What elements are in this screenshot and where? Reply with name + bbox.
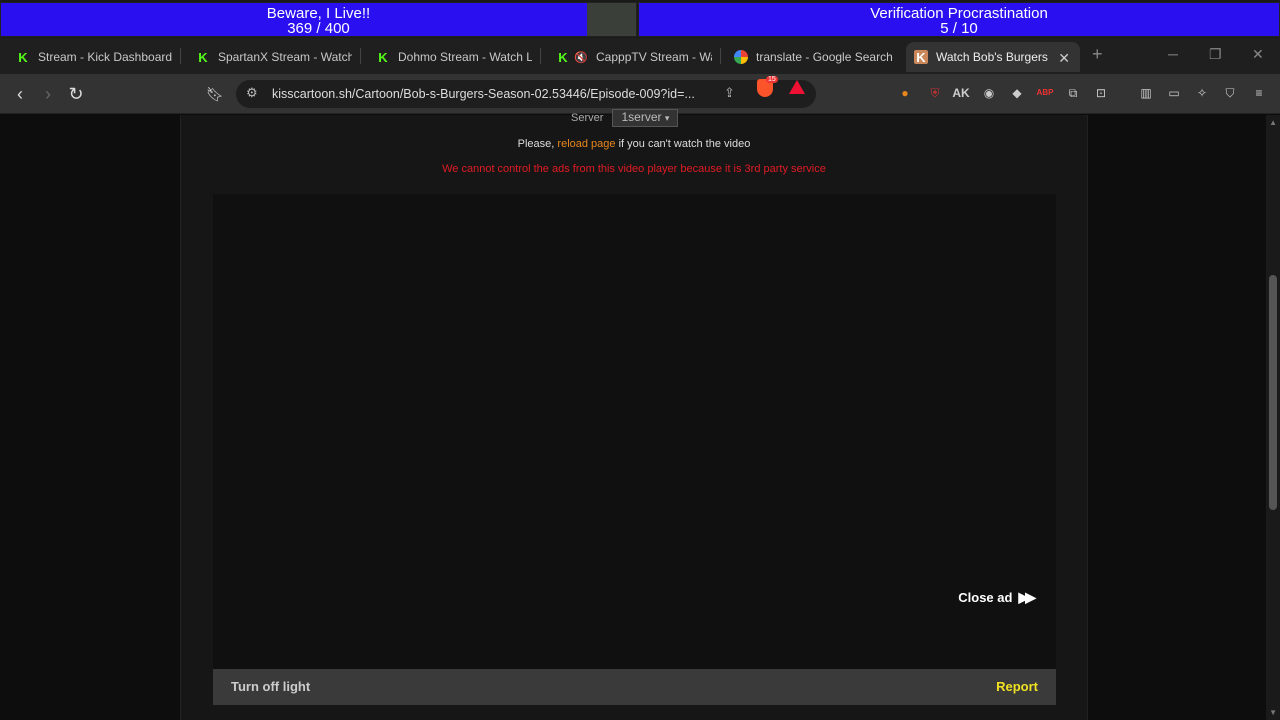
tab-dohmo[interactable]: K Dohmo Stream - Watch Liv	[368, 42, 532, 72]
report-button[interactable]: Report	[996, 679, 1038, 694]
kick-icon: K	[198, 49, 208, 65]
skip-forward-icon: ▶▶	[1018, 589, 1035, 605]
tab-strip: K Stream - Kick Dashboard K SpartanX Str…	[0, 38, 1280, 74]
goal-bar-2: Verification Procrastination 5 / 10	[638, 2, 1280, 37]
tab-kick-dashboard[interactable]: K Stream - Kick Dashboard	[8, 42, 180, 72]
new-tab-button[interactable]: +	[1092, 44, 1103, 65]
reload-notice: Please, reload page if you can't watch t…	[181, 138, 1087, 150]
goal-1-title: Beware, I Live!!	[266, 5, 371, 22]
video-player[interactable]: Close ad ▶▶	[213, 194, 1056, 670]
scrollbar-thumb[interactable]	[1269, 275, 1277, 510]
tab-google-translate[interactable]: translate - Google Search	[726, 42, 898, 72]
extension-icon[interactable]: ●	[896, 84, 914, 102]
goal-1-count: 369 / 400	[287, 20, 350, 37]
tab-label: translate - Google Search	[756, 50, 893, 64]
tab-spartanx[interactable]: K SpartanX Stream - Watch L	[188, 42, 352, 72]
tab-divider	[180, 48, 181, 64]
kick-icon: K	[558, 49, 568, 65]
vpn-icon[interactable]: ⛉	[1221, 84, 1239, 102]
tab-label: Dohmo Stream - Watch Liv	[398, 50, 532, 64]
ublock-icon[interactable]: ⛨	[926, 84, 944, 102]
site-info-icon[interactable]: ⚙	[246, 85, 258, 101]
tab-close-icon[interactable]: ✕	[1058, 50, 1070, 67]
ads-warning: We cannot control the ads from this vide…	[442, 163, 826, 175]
tab-label: SpartanX Stream - Watch L	[218, 50, 352, 64]
kick-icon: K	[18, 49, 28, 65]
leo-ai-icon[interactable]: ✧	[1193, 84, 1211, 102]
kick-icon: K	[378, 49, 388, 65]
tab-label: CapppTV Stream - Wat	[596, 50, 712, 64]
tab-label: Watch Bob's Burgers S	[936, 50, 1048, 64]
circle-extension-icon[interactable]: ◉	[980, 84, 998, 102]
menu-icon[interactable]: ≡	[1250, 84, 1268, 102]
server-select-value: 1server	[621, 110, 662, 124]
tab-divider	[360, 48, 361, 64]
server-row: Server 1server ▾	[571, 109, 679, 127]
screenshot-icon[interactable]: ⊡	[1092, 84, 1110, 102]
tab-divider	[540, 48, 541, 64]
minimize-icon[interactable]: ─	[1168, 46, 1178, 62]
bookmark-icon[interactable]: 🔖︎	[203, 82, 227, 106]
tab-label: Stream - Kick Dashboard	[38, 50, 173, 64]
address-bar[interactable]: ⚙ kisscartoon.sh/Cartoon/Bob-s-Burgers-S…	[236, 80, 816, 108]
google-icon	[734, 50, 748, 64]
diamond-extension-icon[interactable]: ◆	[1008, 84, 1026, 102]
tab-bobs-burgers[interactable]: K Watch Bob's Burgers S ✕	[906, 42, 1080, 72]
tab-capptv[interactable]: K 🔇 CapppTV Stream - Wat	[548, 42, 712, 72]
ak-extension-icon[interactable]: AK	[952, 84, 970, 102]
close-ad-label: Close ad	[958, 590, 1013, 605]
extensions-puzzle-icon[interactable]: ⧉	[1064, 84, 1082, 102]
goal-bar-1: Beware, I Live!! 369 / 400	[0, 2, 637, 37]
web-page: Server 1server ▾ Please, reload page if …	[0, 109, 1280, 720]
back-icon[interactable]: ‹	[8, 82, 32, 106]
server-select[interactable]: 1server ▾	[612, 109, 679, 127]
brave-shields-badge: 15	[766, 76, 778, 83]
browser-toolbar: ‹ › ↻ 🔖︎ ⚙ kisscartoon.sh/Cartoon/Bob-s-…	[0, 74, 1280, 114]
scroll-down-icon[interactable]: ▼	[1269, 708, 1277, 717]
goal-2-count: 5 / 10	[940, 20, 978, 37]
wallet-icon[interactable]: ▭	[1165, 84, 1183, 102]
scroll-up-icon[interactable]: ▲	[1269, 118, 1277, 127]
reload-suffix: if you can't watch the video	[618, 138, 751, 150]
content-column: Server 1server ▾ Please, reload page if …	[180, 109, 1088, 720]
adblock-plus-icon[interactable]: ABP	[1036, 84, 1054, 102]
restore-icon[interactable]: ❐	[1209, 46, 1222, 63]
server-label: Server	[571, 112, 604, 124]
scrollbar[interactable]: ▲ ▼	[1266, 115, 1280, 720]
turn-off-light-button[interactable]: Turn off light	[231, 679, 310, 694]
reload-icon[interactable]: ↻	[64, 82, 88, 106]
player-controls-bar: Turn off light Report	[213, 669, 1056, 705]
tab-divider	[720, 48, 721, 64]
close-ad-button[interactable]: Close ad ▶▶	[958, 589, 1036, 606]
reload-prefix: Please,	[517, 138, 555, 150]
forward-icon[interactable]: ›	[36, 82, 60, 106]
url-text[interactable]: kisscartoon.sh/Cartoon/Bob-s-Burgers-Sea…	[272, 87, 695, 101]
goal-2-title: Verification Procrastination	[870, 5, 1048, 22]
reload-page-link[interactable]: reload page	[557, 138, 615, 150]
window-close-icon[interactable]: ✕	[1252, 46, 1264, 63]
muted-icon[interactable]: 🔇	[574, 50, 588, 64]
brave-rewards-icon[interactable]	[789, 80, 805, 94]
chevron-down-icon: ▾	[664, 113, 670, 123]
stream-overlay: Beware, I Live!! 369 / 400 Verification …	[0, 0, 1280, 38]
sidebar-icon[interactable]: ▥	[1137, 84, 1155, 102]
share-icon[interactable]: ⇪	[724, 85, 735, 101]
kisscartoon-icon: K	[914, 50, 928, 65]
